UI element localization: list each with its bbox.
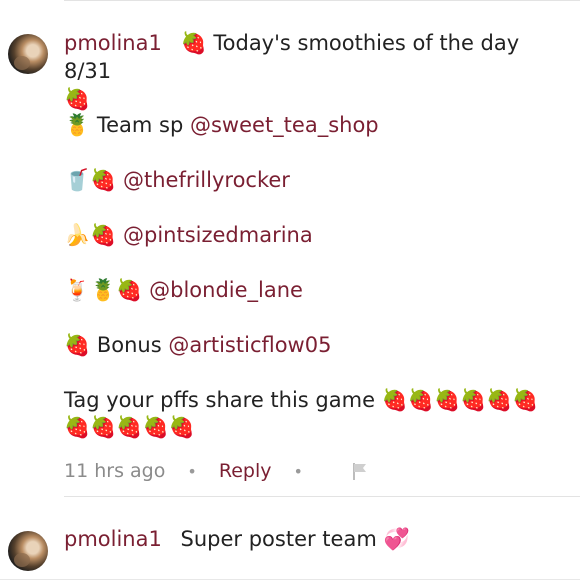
avatar[interactable] <box>8 531 48 571</box>
closing-line-2: 🍓🍓🍓🍓🍓 <box>64 413 195 441</box>
list-item-text: Team sp <box>96 113 184 137</box>
list-item: 🍌🍓 @pintsizedmarina <box>64 221 313 249</box>
drink-emoji: 🥤🍓 <box>64 168 117 192</box>
strawberry-emoji-row: 🍓🍓🍓🍓🍓🍓 <box>381 388 539 412</box>
username[interactable]: pmolina1 <box>64 527 162 551</box>
mention-link[interactable]: @artisticflow05 <box>168 333 331 357</box>
list-item: 🍍 Team sp @sweet_tea_shop <box>64 111 379 139</box>
banana-emoji: 🍌🍓 <box>64 223 117 247</box>
flag-icon[interactable] <box>351 461 369 489</box>
tropical-drink-emoji: 🍹🍍🍓 <box>64 278 143 302</box>
list-item-text: Bonus <box>96 333 162 357</box>
username[interactable]: pmolina1 <box>64 31 162 55</box>
mention-link[interactable]: @sweet_tea_shop <box>190 113 379 137</box>
reply-button[interactable]: Reply <box>219 460 272 482</box>
strawberry-emoji: 🍓 <box>64 87 91 111</box>
comment-divider <box>64 496 580 497</box>
list-item: 🥤🍓 @thefrillyrocker <box>64 166 290 194</box>
strawberry-emoji: 🍓 <box>180 31 207 55</box>
avatar[interactable] <box>8 34 48 74</box>
mention-link[interactable]: @blondie_lane <box>149 278 303 302</box>
comment-text: Super poster team <box>180 527 377 551</box>
mention-link[interactable]: @pintsizedmarina <box>123 223 313 247</box>
list-item: 🍹🍍🍓 @blondie_lane <box>64 276 303 304</box>
closing-text: Tag your pffs share this game <box>64 388 375 412</box>
strawberry-emoji-row: 🍓🍓🍓🍓🍓 <box>64 415 195 439</box>
list-item: 🍓 Bonus @artisticflow05 <box>64 331 331 359</box>
comment-meta: 11 hrs ago • Reply • <box>64 457 369 489</box>
strawberry-emoji: 🍓 <box>64 333 91 357</box>
closing-line: Tag your pffs share this game 🍓🍓🍓🍓🍓🍓 <box>64 386 539 414</box>
separator-dot: • <box>293 462 303 481</box>
top-divider <box>64 0 580 1</box>
comment-body: pmolina1 Super poster team 💞 <box>64 525 572 553</box>
pineapple-emoji: 🍍 <box>64 113 91 137</box>
mention-link[interactable]: @thefrillyrocker <box>123 168 290 192</box>
comment-body: pmolina1 🍓 Today's smoothies of the day … <box>64 29 572 113</box>
timestamp: 11 hrs ago <box>64 460 166 482</box>
hearts-emoji: 💞 <box>383 527 410 551</box>
separator-dot: • <box>187 462 197 481</box>
